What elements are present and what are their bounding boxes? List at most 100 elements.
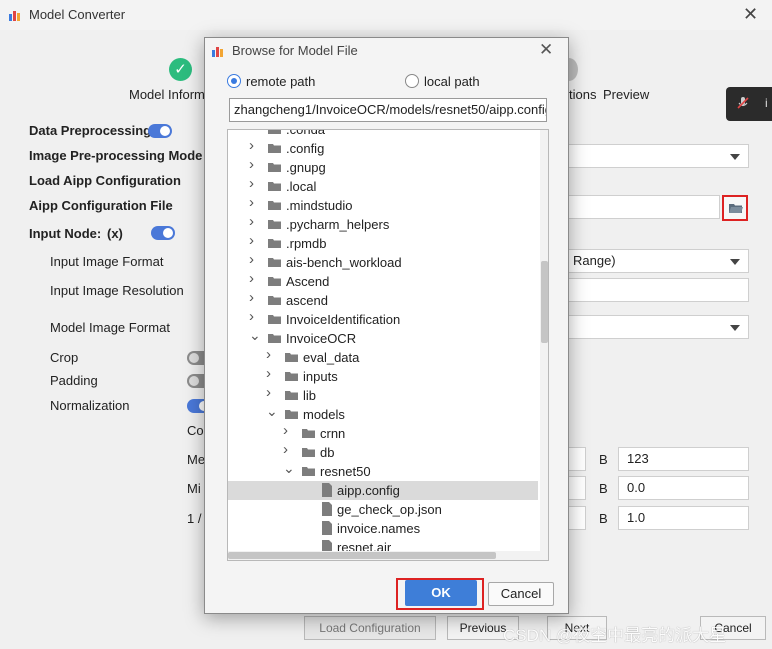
folder-icon bbox=[268, 277, 281, 286]
input-image-resolution-label: Input Image Resolution bbox=[50, 283, 184, 298]
model-image-format-select[interactable] bbox=[564, 315, 749, 339]
tree-item-label: aipp.config bbox=[337, 483, 400, 498]
chevron-right-icon[interactable]: › bbox=[266, 366, 276, 381]
chevron-right-icon[interactable]: › bbox=[249, 271, 259, 286]
tree-folder-row[interactable]: › .mindstudio bbox=[228, 195, 538, 215]
b-var-value: 1.0 bbox=[627, 510, 646, 525]
folder-icon bbox=[302, 448, 315, 457]
input-node-toggle[interactable] bbox=[151, 226, 175, 240]
aipp-configuration-file-input[interactable] bbox=[564, 195, 720, 219]
floating-toolbar[interactable]: i bbox=[726, 87, 772, 121]
tree-folder-row[interactable]: ⌄ models bbox=[228, 404, 538, 424]
tree-folder-row[interactable]: › inputs bbox=[228, 366, 538, 386]
chevron-right-icon[interactable]: › bbox=[283, 423, 293, 438]
chevron-right-icon[interactable]: › bbox=[249, 195, 259, 210]
main-window-title: Model Converter bbox=[29, 7, 126, 22]
file-icon bbox=[322, 483, 332, 497]
tree-folder-row[interactable]: › crnn bbox=[228, 423, 538, 443]
tree-folder-row[interactable]: › ais-bench_workload bbox=[228, 252, 538, 272]
chevron-right-icon[interactable]: › bbox=[249, 290, 259, 305]
folder-icon bbox=[302, 467, 315, 476]
input-node-label: Input Node: bbox=[29, 226, 102, 241]
tree-folder-row[interactable]: › ascend bbox=[228, 290, 538, 310]
dialog-close-icon[interactable]: ✕ bbox=[539, 40, 553, 60]
dialog-cancel-button[interactable]: Cancel bbox=[488, 582, 554, 606]
horizontal-scrollbar[interactable] bbox=[228, 551, 540, 560]
tree-folder-row[interactable]: › eval_data bbox=[228, 347, 538, 367]
tree-folder-row[interactable]: › .gnupg bbox=[228, 157, 538, 177]
chevron-down-icon[interactable]: ⌄ bbox=[266, 404, 278, 418]
chevron-right-icon[interactable]: › bbox=[266, 385, 276, 400]
browse-model-file-dialog: Browse for Model File ✕ remote path loca… bbox=[204, 37, 569, 614]
main-close-icon[interactable]: ✕ bbox=[743, 4, 758, 25]
b-mean-input[interactable]: 123 bbox=[618, 447, 749, 471]
tree-item-label: InvoiceIdentification bbox=[286, 312, 401, 327]
tree-folder-row[interactable]: › InvoiceIdentification bbox=[228, 309, 538, 329]
tree-item-label: .mindstudio bbox=[286, 198, 353, 213]
tree-item-label: inputs bbox=[303, 369, 338, 384]
chevron-right-icon[interactable]: › bbox=[266, 347, 276, 362]
folder-icon bbox=[268, 163, 281, 172]
chevron-down-icon[interactable]: ⌄ bbox=[283, 461, 295, 475]
chevron-down-icon[interactable]: ⌄ bbox=[249, 328, 261, 342]
g-min-input[interactable] bbox=[568, 476, 586, 500]
load-configuration-button[interactable]: Load Configuration bbox=[304, 616, 436, 640]
g-mean-input[interactable] bbox=[568, 447, 586, 471]
tree-folder-row[interactable]: › Ascend bbox=[228, 271, 538, 291]
folder-icon bbox=[268, 334, 281, 343]
folder-icon bbox=[302, 429, 315, 438]
chevron-right-icon[interactable]: › bbox=[249, 157, 259, 172]
tree-item-label: ascend bbox=[286, 293, 328, 308]
app-logo-icon bbox=[9, 11, 20, 21]
b-min-input[interactable]: 0.0 bbox=[618, 476, 749, 500]
tree-item-label: crnn bbox=[320, 426, 346, 441]
b-min-label: B bbox=[599, 481, 608, 496]
b-min-value: 0.0 bbox=[627, 480, 646, 495]
data-preprocessing-toggle[interactable] bbox=[148, 124, 172, 138]
tree-folder-row[interactable]: › .conda bbox=[228, 129, 538, 139]
local-path-radio[interactable] bbox=[405, 74, 419, 88]
vertical-scrollbar[interactable] bbox=[540, 130, 548, 560]
chevron-right-icon[interactable]: › bbox=[249, 214, 259, 229]
folder-icon bbox=[285, 353, 298, 362]
step-label-model-information: Model Inform bbox=[129, 87, 205, 102]
folder-icon bbox=[268, 239, 281, 248]
horizontal-scrollbar-thumb[interactable] bbox=[228, 552, 496, 559]
chevron-right-icon[interactable]: › bbox=[283, 442, 293, 457]
step-label-preview: Preview bbox=[603, 87, 650, 102]
ok-button[interactable]: OK bbox=[405, 580, 477, 606]
file-tree[interactable]: › .conda › .config › .gnupg › .local › .mindstudi… bbox=[227, 129, 549, 561]
chevron-right-icon[interactable]: › bbox=[249, 309, 259, 324]
tree-file-row[interactable]: invoice.names bbox=[228, 519, 538, 538]
mic-muted-icon[interactable] bbox=[736, 96, 750, 110]
chevron-right-icon[interactable]: › bbox=[249, 138, 259, 153]
g-var-input[interactable] bbox=[568, 506, 586, 530]
tree-folder-row[interactable]: › .rpmdb bbox=[228, 233, 538, 253]
remote-path-radio[interactable] bbox=[227, 74, 241, 88]
tree-folder-row[interactable]: › .config bbox=[228, 138, 538, 158]
path-input[interactable]: zhangcheng1/InvoiceOCR/models/resnet50/a… bbox=[229, 98, 547, 122]
tree-file-row[interactable]: aipp.config bbox=[228, 481, 538, 500]
chevron-right-icon[interactable]: › bbox=[249, 176, 259, 191]
tree-file-row[interactable]: ge_check_op.json bbox=[228, 500, 538, 519]
vertical-scrollbar-thumb[interactable] bbox=[541, 261, 548, 343]
data-preprocessing-label: Data Preprocessing bbox=[29, 123, 152, 138]
chevron-right-icon[interactable]: › bbox=[249, 130, 259, 134]
chevron-right-icon[interactable]: › bbox=[249, 233, 259, 248]
b-var-input[interactable]: 1.0 bbox=[618, 506, 749, 530]
folder-open-icon bbox=[729, 204, 743, 213]
tree-item-label: .conda bbox=[286, 129, 326, 137]
tree-folder-row[interactable]: › db bbox=[228, 442, 538, 462]
min-label: Mi bbox=[187, 481, 201, 496]
folder-icon bbox=[268, 144, 281, 153]
tree-item-label: eval_data bbox=[303, 350, 360, 365]
tree-folder-row[interactable]: ⌄ resnet50 bbox=[228, 461, 538, 481]
tree-folder-row[interactable]: ⌄ InvoiceOCR bbox=[228, 328, 538, 348]
tree-folder-row[interactable]: › .local bbox=[228, 176, 538, 196]
image-preprocessing-mode-select[interactable] bbox=[564, 144, 749, 168]
input-image-format-select[interactable]: Range) bbox=[564, 249, 749, 273]
tree-folder-row[interactable]: › .pycharm_helpers bbox=[228, 214, 538, 234]
browse-folder-button[interactable] bbox=[722, 195, 748, 221]
chevron-right-icon[interactable]: › bbox=[249, 252, 259, 267]
input-image-resolution-input[interactable] bbox=[564, 278, 749, 302]
